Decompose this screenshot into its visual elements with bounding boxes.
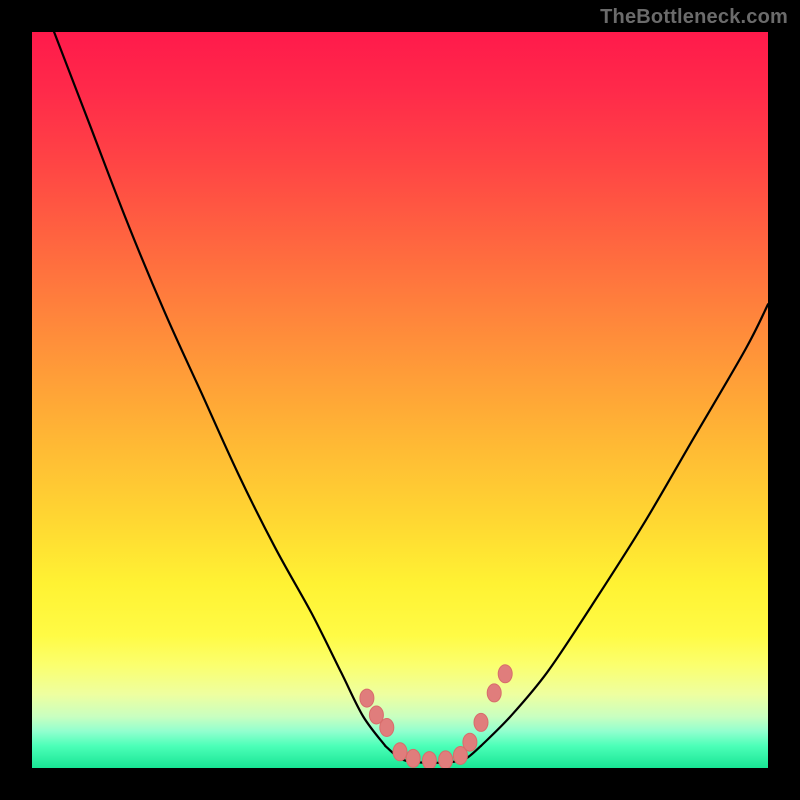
watermark-text: TheBottleneck.com xyxy=(600,6,788,29)
curve-layer xyxy=(32,32,768,768)
bead-marker xyxy=(422,752,436,768)
bead-marker xyxy=(463,733,477,751)
bead-marker xyxy=(380,719,394,737)
bead-marker xyxy=(487,684,501,702)
bead-markers xyxy=(360,665,512,768)
curve-right-branch xyxy=(481,304,768,746)
bead-marker xyxy=(498,665,512,683)
bead-marker xyxy=(439,751,453,768)
curve-left-branch xyxy=(54,32,385,746)
outer-black-frame: TheBottleneck.com xyxy=(0,0,800,800)
bead-marker xyxy=(474,713,488,731)
bead-marker xyxy=(406,749,420,767)
bead-marker xyxy=(360,689,374,707)
plot-area xyxy=(32,32,768,768)
bead-marker xyxy=(393,743,407,761)
